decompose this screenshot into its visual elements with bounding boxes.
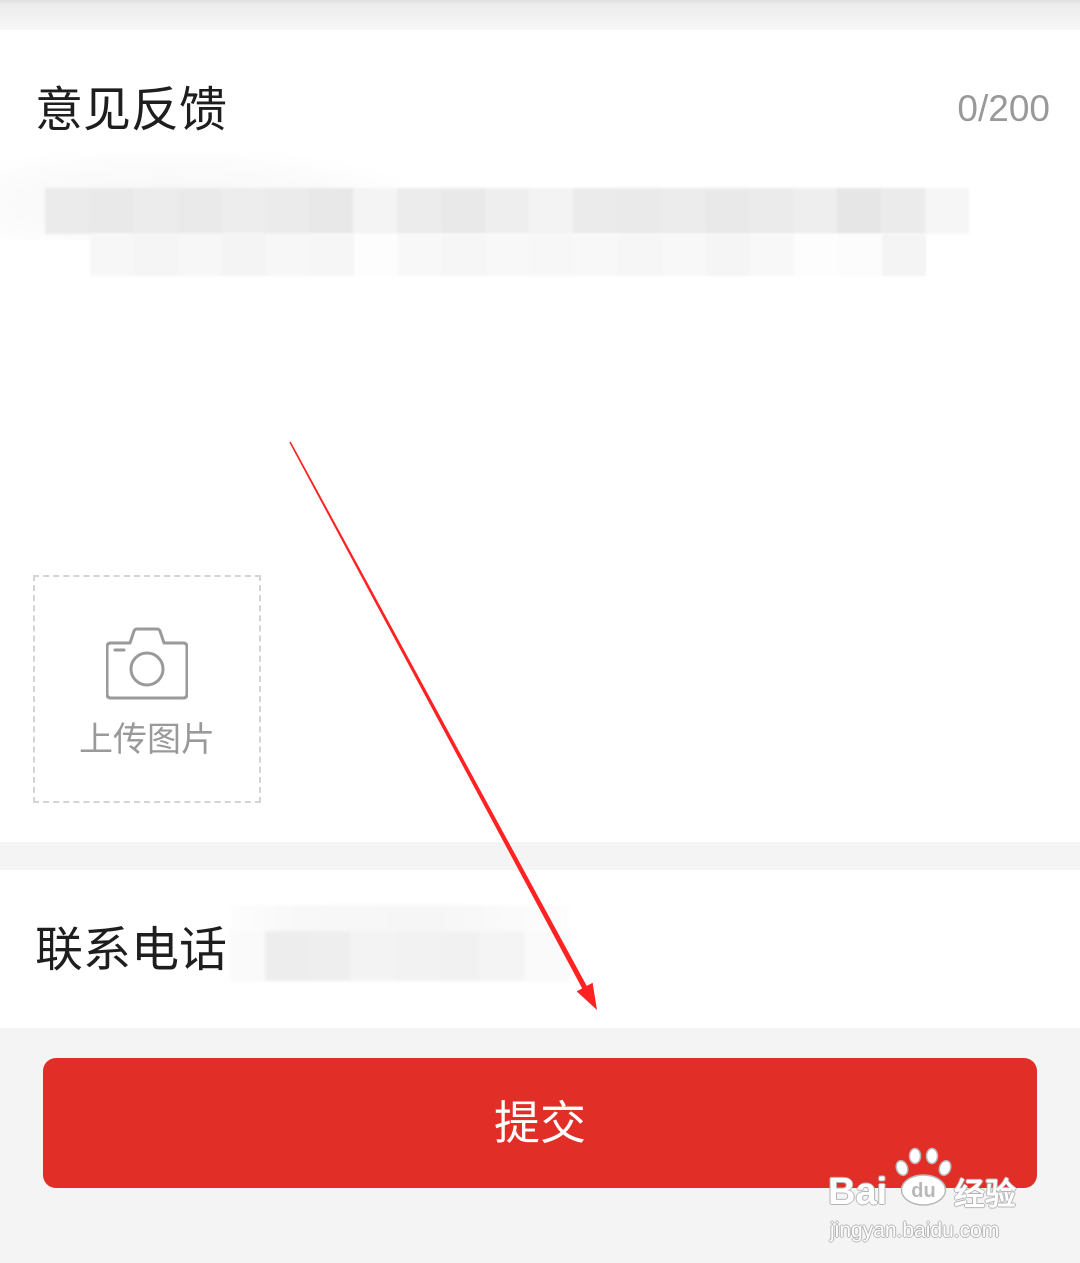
upload-image-label: 上传图片 — [79, 720, 215, 760]
upload-image-button[interactable]: 上传图片 — [33, 575, 261, 803]
char-counter: 0/200 — [957, 88, 1050, 129]
top-divider — [0, 0, 1080, 30]
feedback-textarea[interactable] — [35, 170, 1045, 550]
contact-section: 联系电话 — [0, 870, 1080, 1028]
camera-icon — [106, 627, 188, 700]
submit-label: 提交 — [494, 1096, 586, 1150]
contact-phone-label: 联系电话 — [35, 922, 228, 978]
submit-button[interactable]: 提交 — [43, 1058, 1037, 1188]
phone-input[interactable] — [230, 905, 570, 985]
phone-field — [230, 905, 570, 985]
feedback-page: { "feedback": { "title": "意见反馈", "counte… — [0, 0, 1080, 1263]
footer-bar: 提交 — [0, 1028, 1080, 1263]
feedback-section: 意见反馈 0/200 上传图片 — [0, 30, 1080, 842]
feedback-title: 意见反馈 — [35, 82, 228, 138]
